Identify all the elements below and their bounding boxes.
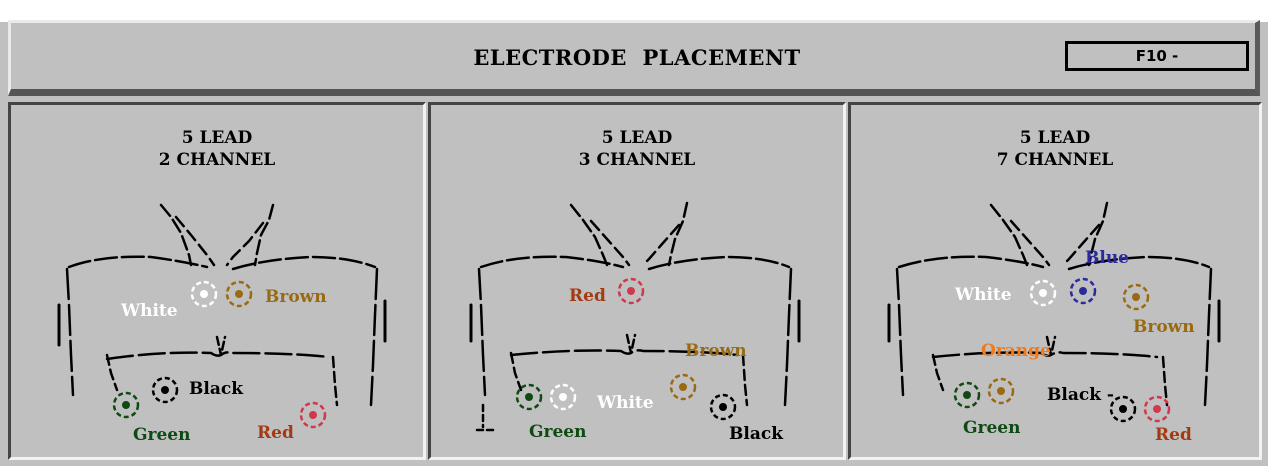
label-green: Green bbox=[133, 425, 191, 445]
label-brown: Brown bbox=[1133, 317, 1195, 337]
label-blue: Blue bbox=[1085, 248, 1130, 268]
label-black: Black bbox=[729, 424, 783, 444]
label-black: Black - bbox=[1047, 385, 1114, 405]
electrode-blue bbox=[1069, 277, 1097, 305]
electrode-white bbox=[1029, 279, 1057, 307]
label-brown: Brown bbox=[685, 341, 747, 361]
electrode-green bbox=[953, 381, 981, 409]
electrode-black bbox=[151, 376, 179, 404]
electrode-red bbox=[1143, 395, 1171, 423]
label-white: White bbox=[955, 285, 1012, 305]
electrode-red bbox=[617, 277, 645, 305]
label-red: Red bbox=[569, 286, 606, 306]
electrode-white bbox=[190, 280, 218, 308]
label-red: Red bbox=[257, 423, 294, 443]
electrode-placement-window: ELECTRODE PLACEMENT F10 - 5 LEAD 2 CHANN… bbox=[0, 0, 1268, 466]
label-red: Red bbox=[1155, 425, 1192, 445]
electrode-brown bbox=[669, 373, 697, 401]
label-black: Black bbox=[189, 379, 243, 399]
label-green: Green bbox=[529, 422, 587, 442]
panel-5lead-2channel: 5 LEAD 2 CHANNEL White Brown Black Green… bbox=[8, 102, 426, 460]
electrode-black bbox=[709, 393, 737, 421]
electrode-orange bbox=[987, 377, 1015, 405]
torso-diagram bbox=[57, 203, 387, 429]
top-border bbox=[0, 0, 1268, 22]
header-bar: ELECTRODE PLACEMENT F10 - bbox=[8, 20, 1260, 96]
label-white: White bbox=[597, 393, 654, 413]
label-green: Green bbox=[963, 418, 1021, 438]
electrode-red bbox=[299, 401, 327, 429]
electrode-white bbox=[549, 383, 577, 411]
label-white: White bbox=[121, 301, 178, 321]
electrode-green bbox=[112, 391, 140, 419]
label-orange: Orange bbox=[981, 341, 1051, 361]
f10-key-button[interactable]: F10 - bbox=[1065, 41, 1249, 71]
electrode-brown bbox=[225, 280, 253, 308]
panel-5lead-7channel: 5 LEAD 7 CHANNEL Blue White Brown Orange… bbox=[848, 102, 1262, 460]
electrode-black bbox=[1109, 395, 1137, 423]
label-brown: Brown bbox=[265, 287, 327, 307]
electrode-brown bbox=[1122, 283, 1150, 311]
panel-5lead-3channel: 5 LEAD 3 CHANNEL Red Brown White Green B… bbox=[428, 102, 846, 460]
